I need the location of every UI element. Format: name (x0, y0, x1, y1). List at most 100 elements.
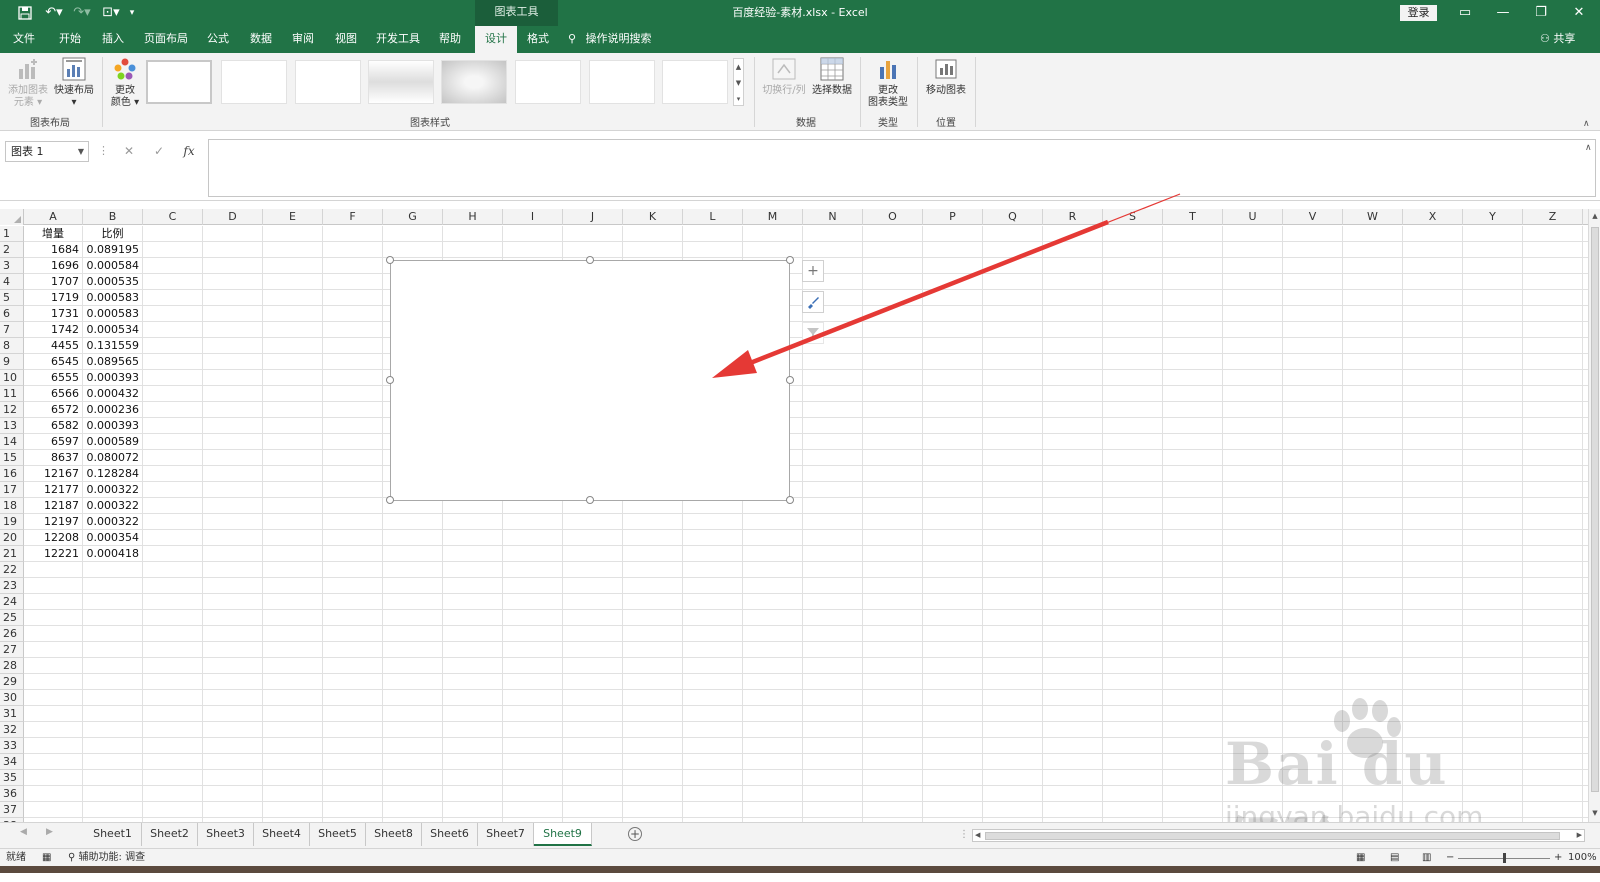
tab-splitter-icon[interactable]: ⋮ (959, 829, 969, 840)
vertical-scrollbar[interactable]: ▲ ▼ (1588, 209, 1600, 822)
move-chart-button[interactable]: 移动图表 (922, 55, 970, 97)
data-cell[interactable]: 0.000583 (83, 306, 142, 322)
select-all-button[interactable] (0, 209, 24, 225)
chart-style-6[interactable] (515, 60, 581, 104)
prev-sheet-icon[interactable]: ◀ (20, 827, 27, 837)
name-box[interactable]: 图表 1 ▼ (5, 141, 89, 162)
column-header-z[interactable]: Z (1523, 209, 1583, 225)
cancel-entry-icon[interactable]: ✕ (116, 141, 142, 162)
resize-handle-bottom-right[interactable] (786, 496, 794, 504)
row-header-27[interactable]: 27 (0, 642, 24, 658)
row-header-13[interactable]: 13 (0, 418, 24, 434)
data-cell[interactable]: 12221 (24, 546, 82, 562)
zoom-level[interactable]: 100% (1568, 851, 1597, 865)
data-cell[interactable]: 0.000393 (83, 370, 142, 386)
signin-button[interactable]: 登录 (1400, 5, 1437, 21)
header-cell[interactable]: 增量 (24, 226, 82, 242)
styles-scroll-up-icon[interactable]: ▲ (734, 59, 743, 75)
column-header-o[interactable]: O (863, 209, 923, 225)
column-header-b[interactable]: B (83, 209, 143, 225)
data-cell[interactable]: 12177 (24, 482, 82, 498)
chart-styles-button[interactable] (802, 291, 824, 313)
sheet-tab-sheet2[interactable]: Sheet2 (142, 823, 198, 846)
column-header-t[interactable]: T (1163, 209, 1223, 225)
close-button[interactable]: ✕ (1560, 0, 1598, 26)
data-cell[interactable]: 0.000584 (83, 258, 142, 274)
page-layout-view-icon[interactable]: ▤ (1390, 851, 1399, 865)
data-cell[interactable]: 1731 (24, 306, 82, 322)
data-cell[interactable]: 4455 (24, 338, 82, 354)
collapse-ribbon-icon[interactable]: ∧ (1583, 119, 1590, 129)
row-header-18[interactable]: 18 (0, 498, 24, 514)
data-cell[interactable]: 0.000583 (83, 290, 142, 306)
row-header-9[interactable]: 9 (0, 354, 24, 370)
redo-icon[interactable]: ↷▾ (70, 4, 94, 22)
sheet-tab-sheet8[interactable]: Sheet8 (366, 823, 422, 846)
chart-style-4[interactable] (368, 60, 434, 104)
chart-style-1[interactable] (146, 60, 212, 104)
scroll-left-icon[interactable]: ◀ (975, 830, 980, 841)
data-cell[interactable]: 12187 (24, 498, 82, 514)
save-icon[interactable] (16, 4, 34, 22)
column-header-e[interactable]: E (263, 209, 323, 225)
switch-row-column-button[interactable]: 切换行/列 (760, 55, 808, 97)
accessibility-status[interactable]: ⚲ 辅助功能: 调查 (68, 851, 145, 865)
data-cell[interactable]: 0.000589 (83, 434, 142, 450)
column-header-p[interactable]: P (923, 209, 983, 225)
row-header-29[interactable]: 29 (0, 674, 24, 690)
data-cell[interactable]: 8637 (24, 450, 82, 466)
data-cell[interactable]: 0.000322 (83, 482, 142, 498)
data-cell[interactable]: 6555 (24, 370, 82, 386)
row-header-4[interactable]: 4 (0, 274, 24, 290)
data-cell[interactable]: 6572 (24, 402, 82, 418)
customize-quick-access-icon[interactable]: ▾ (126, 4, 138, 22)
column-header-m[interactable]: M (743, 209, 803, 225)
tab-insert[interactable]: 插入 (95, 26, 131, 53)
macro-record-icon[interactable]: ▦ (42, 851, 51, 865)
row-header-36[interactable]: 36 (0, 786, 24, 802)
data-cell[interactable]: 0.080072 (83, 450, 142, 466)
data-cell[interactable]: 0.000432 (83, 386, 142, 402)
sheet-tab-sheet5[interactable]: Sheet5 (310, 823, 366, 846)
styles-scroll-down-icon[interactable]: ▼ (734, 75, 743, 91)
tab-format[interactable]: 格式 (520, 26, 556, 53)
column-header-n[interactable]: N (803, 209, 863, 225)
data-cell[interactable]: 6597 (24, 434, 82, 450)
column-header-x[interactable]: X (1403, 209, 1463, 225)
data-cell[interactable]: 6566 (24, 386, 82, 402)
column-header-u[interactable]: U (1223, 209, 1283, 225)
row-header-5[interactable]: 5 (0, 290, 24, 306)
chart-style-7[interactable] (589, 60, 655, 104)
vertical-scroll-thumb[interactable] (1591, 227, 1599, 792)
expand-formula-bar-icon[interactable]: ∧ (1585, 143, 1592, 153)
tab-formulas[interactable]: 公式 (200, 26, 236, 53)
column-header-y[interactable]: Y (1463, 209, 1523, 225)
chart-elements-button[interactable]: + (802, 260, 824, 282)
data-cell[interactable]: 0.089195 (83, 242, 142, 258)
data-cell[interactable]: 0.128284 (83, 466, 142, 482)
formula-input[interactable] (208, 139, 1596, 197)
share-button[interactable]: ⚇ 共享 (1540, 26, 1575, 53)
data-cell[interactable]: 0.000535 (83, 274, 142, 290)
sheet-tab-sheet4[interactable]: Sheet4 (254, 823, 310, 846)
sheet-tab-sheet3[interactable]: Sheet3 (198, 823, 254, 846)
data-cell[interactable]: 0.000354 (83, 530, 142, 546)
row-header-23[interactable]: 23 (0, 578, 24, 594)
row-header-1[interactable]: 1 (0, 226, 24, 242)
column-header-j[interactable]: J (563, 209, 623, 225)
row-header-20[interactable]: 20 (0, 530, 24, 546)
data-cell[interactable]: 1707 (24, 274, 82, 290)
row-header-15[interactable]: 15 (0, 450, 24, 466)
column-header-c[interactable]: C (143, 209, 203, 225)
styles-more-icon[interactable]: ▾ (734, 91, 743, 105)
data-cell[interactable]: 0.000418 (83, 546, 142, 562)
data-cell[interactable]: 0.089565 (83, 354, 142, 370)
chart-filters-button[interactable] (802, 322, 824, 344)
column-header-r[interactable]: R (1043, 209, 1103, 225)
column-header-i[interactable]: I (503, 209, 563, 225)
row-header-35[interactable]: 35 (0, 770, 24, 786)
data-cell[interactable]: 1719 (24, 290, 82, 306)
tab-review[interactable]: 审阅 (285, 26, 321, 53)
data-cell[interactable]: 0.000393 (83, 418, 142, 434)
row-header-24[interactable]: 24 (0, 594, 24, 610)
